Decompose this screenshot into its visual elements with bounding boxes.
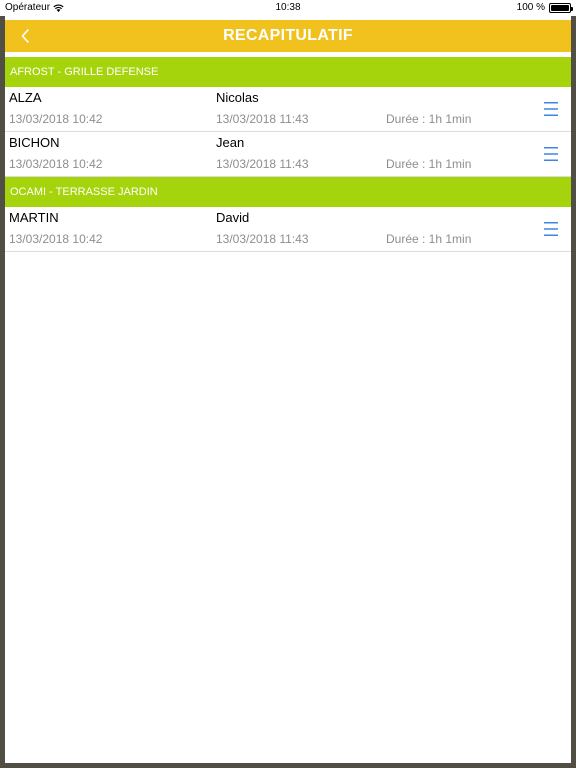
firstname: Nicolas bbox=[216, 90, 259, 105]
menu-icon bbox=[544, 147, 558, 161]
menu-icon bbox=[544, 102, 558, 116]
firstname: Jean bbox=[216, 135, 245, 150]
nav-bar: RECAPITULATIF bbox=[5, 20, 571, 52]
start-datetime: 13/03/2018 10:42 bbox=[9, 112, 103, 126]
back-button[interactable] bbox=[13, 24, 37, 48]
start-datetime: 13/03/2018 10:42 bbox=[9, 232, 103, 246]
chevron-left-icon bbox=[21, 29, 29, 43]
section-header: OCAMI - TERRASSE JARDIN bbox=[5, 177, 571, 207]
duration: Durée : 1h 1min bbox=[386, 232, 472, 246]
end-datetime: 13/03/2018 11:43 bbox=[216, 232, 309, 246]
battery-info: 100 % bbox=[516, 2, 573, 13]
app-window: RECAPITULATIF AFROST - GRILLE DEFENSE ALZ… bbox=[5, 16, 571, 763]
list-item[interactable]: MARTIN David 13/03/2018 10:42 13/03/2018 11… bbox=[5, 207, 571, 252]
end-datetime: 13/03/2018 11:43 bbox=[216, 112, 309, 126]
status-bar: Opérateur 10:38 100 % bbox=[0, 0, 576, 16]
row-menu-button[interactable] bbox=[543, 100, 559, 118]
page-title-text: RECAPITULATIF bbox=[223, 27, 353, 44]
lastname: MARTIN bbox=[9, 210, 59, 225]
menu-icon bbox=[544, 222, 558, 236]
duration: Durée : 1h 1min bbox=[386, 157, 472, 171]
section-header: AFROST - GRILLE DEFENSE bbox=[5, 57, 571, 87]
row-menu-button[interactable] bbox=[543, 145, 559, 163]
end-datetime: 13/03/2018 11:43 bbox=[216, 157, 309, 171]
list-item[interactable]: ALZA Nicolas 13/03/2018 10:42 13/03/2018 11… bbox=[5, 87, 571, 132]
status-time: 10:38 bbox=[275, 2, 301, 13]
duration: Durée : 1h 1min bbox=[386, 112, 472, 126]
page-title: RECAPITULATIF bbox=[5, 20, 571, 52]
lastname: ALZA bbox=[9, 90, 42, 105]
battery-percent: 100 % bbox=[516, 2, 545, 13]
lastname: BICHON bbox=[9, 135, 60, 150]
list-item[interactable]: BICHON Jean 13/03/2018 10:42 13/03/2018 11:… bbox=[5, 132, 571, 177]
row-menu-button[interactable] bbox=[543, 220, 559, 238]
firstname: David bbox=[216, 210, 250, 225]
battery-icon bbox=[549, 2, 573, 13]
recap-list: AFROST - GRILLE DEFENSE ALZA Nicolas 13/03/… bbox=[5, 57, 571, 252]
start-datetime: 13/03/2018 10:42 bbox=[9, 157, 103, 171]
